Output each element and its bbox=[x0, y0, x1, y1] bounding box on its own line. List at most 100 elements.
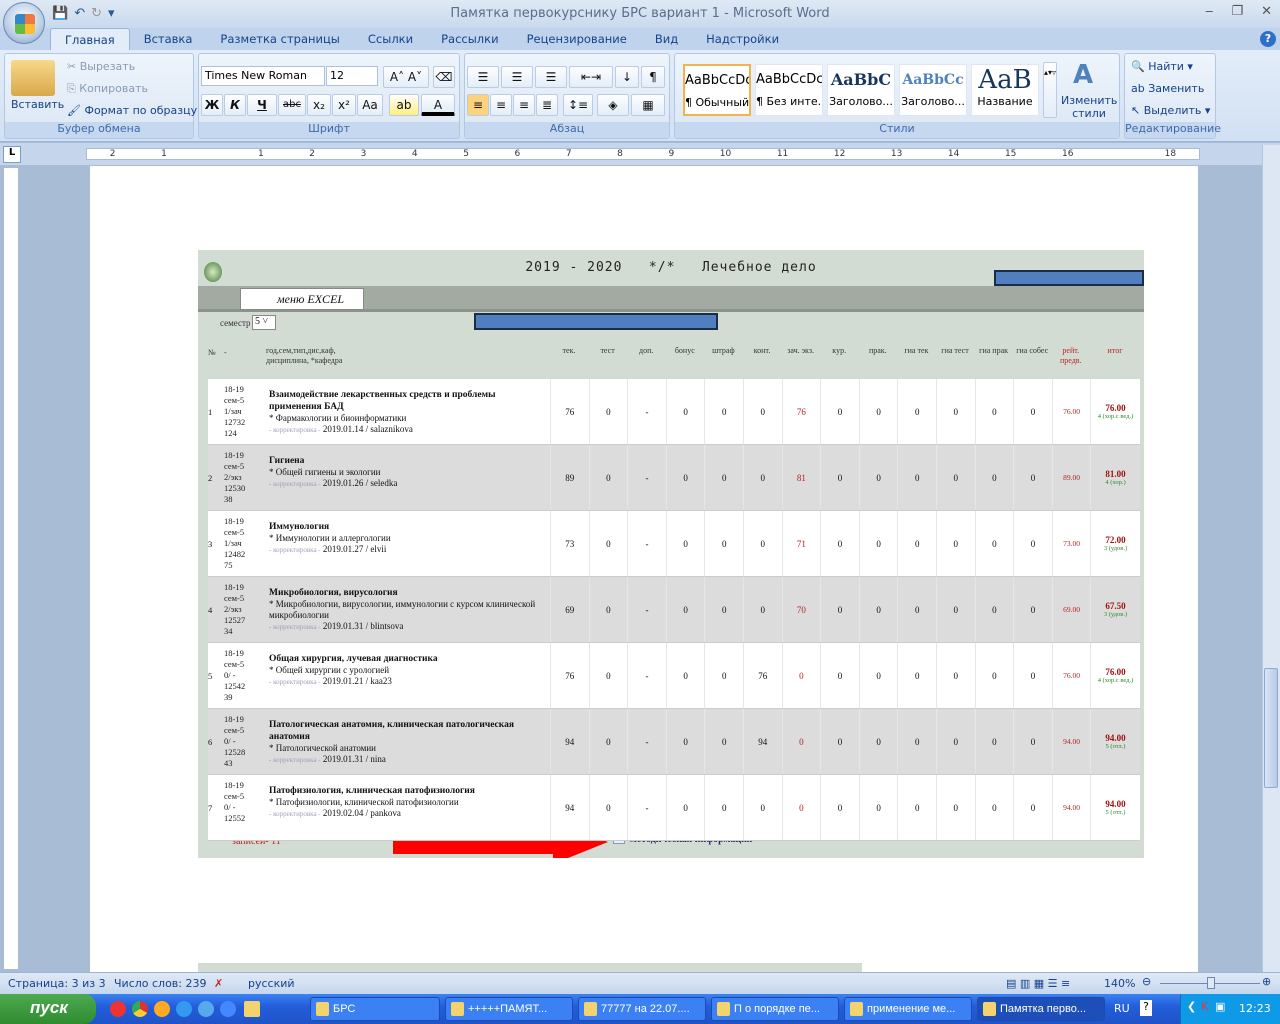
semester-select[interactable]: 5 ˅ bbox=[252, 315, 276, 330]
vertical-scrollbar[interactable] bbox=[1262, 145, 1280, 972]
zoom-slider-thumb[interactable] bbox=[1207, 977, 1215, 989]
media-player-icon[interactable] bbox=[154, 1001, 170, 1017]
replace-button[interactable]: ab Заменить bbox=[1131, 82, 1204, 95]
pilcrow-icon[interactable]: ¶ bbox=[641, 66, 665, 88]
tab-page-layout[interactable]: Разметка страницы bbox=[206, 28, 353, 50]
ie-icon[interactable] bbox=[176, 1001, 192, 1017]
menu-excel-button[interactable]: меню EXCEL bbox=[240, 288, 364, 310]
paste-button[interactable]: Вставить bbox=[11, 98, 64, 111]
network-icon[interactable]: ▣ bbox=[1215, 1000, 1225, 1013]
tray-expand-icon[interactable]: ❮ bbox=[1187, 1000, 1196, 1013]
zoom-in-button[interactable]: ⊕ bbox=[1262, 975, 1271, 988]
taskbar-item[interactable]: 77777 на 22.07.... bbox=[578, 997, 706, 1021]
clear-format-icon[interactable]: ⌫ bbox=[433, 66, 455, 88]
style-heading1[interactable]: AaBbC Заголово... bbox=[827, 64, 895, 116]
align-left-icon[interactable]: ≡ bbox=[467, 94, 489, 116]
taskbar-item[interactable]: применение ме... bbox=[844, 997, 972, 1021]
indent-icon[interactable]: ⇤⇥ bbox=[569, 66, 613, 88]
tab-review[interactable]: Рецензирование bbox=[513, 28, 641, 50]
bold-button[interactable]: Ж bbox=[201, 94, 223, 116]
paste-icon[interactable] bbox=[11, 60, 55, 96]
tab-addins[interactable]: Надстройки bbox=[692, 28, 793, 50]
align-right-icon[interactable]: ≡ bbox=[513, 94, 535, 116]
discipline-title[interactable]: Общая хирургия, лучевая диагностика bbox=[269, 654, 438, 664]
multilevel-list-icon[interactable]: ☰ bbox=[535, 66, 567, 88]
underline-button[interactable]: Ч bbox=[247, 94, 277, 116]
taskbar-item[interactable]: +++++ПАМЯТ... bbox=[445, 997, 573, 1021]
tab-mailings[interactable]: Рассылки bbox=[427, 28, 512, 50]
taskbar-item-active[interactable]: Памятка перво... bbox=[977, 997, 1105, 1021]
font-color-icon[interactable]: A bbox=[421, 94, 455, 116]
page-count[interactable]: Страница: 3 из 3 bbox=[8, 977, 106, 990]
minimize-button[interactable]: ‒ bbox=[1205, 4, 1213, 19]
messenger-icon[interactable] bbox=[220, 1001, 236, 1017]
highlight-icon[interactable]: ab bbox=[389, 94, 419, 116]
spellcheck-icon[interactable]: ✗ bbox=[214, 977, 223, 990]
change-case-button[interactable]: Aa bbox=[357, 94, 383, 116]
discipline-title[interactable]: Иммунология bbox=[269, 522, 329, 532]
discipline-title[interactable]: Гигиена bbox=[269, 456, 304, 466]
select-button[interactable]: ↖ Выделить ▾ bbox=[1131, 104, 1210, 117]
align-center-icon[interactable]: ≡ bbox=[490, 94, 512, 116]
find-button[interactable]: 🔍 Найти ▾ bbox=[1131, 60, 1193, 73]
taskbar-item[interactable]: П о порядке пе... bbox=[711, 997, 839, 1021]
help-tray-icon[interactable]: ? bbox=[1140, 1000, 1152, 1016]
numbering-icon[interactable]: ☰ bbox=[501, 66, 533, 88]
grow-shrink-font-button[interactable]: A˄ A˅ bbox=[383, 66, 429, 88]
discipline-title[interactable]: Взаимодействие лекарственных средств и п… bbox=[269, 390, 496, 412]
superscript-button[interactable]: x² bbox=[332, 94, 356, 116]
start-button[interactable]: пуск bbox=[0, 994, 96, 1024]
undo-icon[interactable]: ↶ bbox=[74, 6, 85, 21]
horizontal-ruler[interactable]: 2 1 1 2 3 4 5 6 7 8 9 10 11 12 13 14 15 16 18 bbox=[86, 148, 1200, 160]
restore-button[interactable]: ❐ bbox=[1231, 4, 1243, 19]
shading-icon[interactable]: ◈ bbox=[597, 94, 629, 116]
bullets-icon[interactable]: ☰ bbox=[467, 66, 499, 88]
chrome-icon[interactable] bbox=[132, 1001, 148, 1017]
office-button[interactable] bbox=[3, 2, 45, 44]
tab-selector[interactable]: L bbox=[3, 146, 21, 163]
sort-icon[interactable]: ↓ bbox=[615, 66, 639, 88]
justify-icon[interactable]: ≣ bbox=[536, 94, 558, 116]
close-button[interactable]: ✕ bbox=[1261, 4, 1272, 19]
vertical-ruler[interactable] bbox=[3, 167, 19, 970]
outlook-icon[interactable] bbox=[198, 1001, 214, 1017]
yandex-icon[interactable] bbox=[110, 1001, 126, 1017]
zoom-level[interactable]: 140% bbox=[1104, 977, 1135, 990]
change-styles-button[interactable]: Изменить стили bbox=[1061, 94, 1117, 120]
redo-icon[interactable]: ↻ bbox=[91, 6, 102, 21]
tab-insert[interactable]: Вставка bbox=[130, 28, 207, 50]
format-painter-button[interactable]: 🖌 Формат по образцу bbox=[67, 104, 197, 117]
language-indicator[interactable]: RU bbox=[1114, 1002, 1130, 1015]
taskbar-item[interactable]: БРС bbox=[310, 997, 440, 1021]
tab-view[interactable]: Вид bbox=[641, 28, 692, 50]
line-spacing-icon[interactable]: ↕≡ bbox=[563, 94, 593, 116]
tab-home[interactable]: Главная bbox=[50, 28, 130, 50]
discipline-title[interactable]: Микробиология, вирусология bbox=[269, 588, 398, 598]
style-heading2[interactable]: AaBbCc Заголово... bbox=[899, 64, 967, 116]
font-size-select[interactable]: 12 bbox=[326, 66, 378, 86]
language[interactable]: русский bbox=[248, 977, 295, 990]
copy-button[interactable]: ⎘ Копировать bbox=[67, 82, 148, 96]
discipline-title[interactable]: Патологическая анатомия, клиническая пат… bbox=[269, 720, 514, 742]
borders-icon[interactable]: ▦ bbox=[631, 94, 665, 116]
word-count[interactable]: Число слов: 239 bbox=[114, 977, 207, 990]
style-no-spacing[interactable]: AaBbCcDc ¶ Без инте... bbox=[755, 64, 823, 116]
customize-icon[interactable]: ▾ bbox=[108, 6, 115, 21]
discipline-title[interactable]: Патофизиология, клиническая патофизиолог… bbox=[269, 786, 475, 796]
zoom-out-button[interactable]: ⊖ bbox=[1142, 975, 1151, 988]
styles-scroll[interactable]: ▴▾▿ bbox=[1043, 62, 1057, 118]
view-buttons[interactable]: ▤ ▥ ▦ ☰ ≡ bbox=[1006, 977, 1070, 990]
subscript-button[interactable]: x₂ bbox=[307, 94, 331, 116]
scrollbar-thumb[interactable] bbox=[1264, 668, 1278, 788]
antivirus-icon[interactable]: K bbox=[1201, 1000, 1208, 1013]
italic-button[interactable]: К bbox=[224, 94, 246, 116]
tab-references[interactable]: Ссылки bbox=[354, 28, 427, 50]
font-name-select[interactable]: Times New Roman bbox=[201, 66, 325, 86]
save-icon[interactable]: 💾 bbox=[52, 6, 68, 21]
style-normal[interactable]: AaBbCcDc ¶ Обычный bbox=[683, 64, 751, 116]
help-icon[interactable]: ? bbox=[1260, 31, 1276, 47]
style-title[interactable]: AaB Название bbox=[971, 64, 1039, 116]
change-styles-icon[interactable]: A bbox=[1073, 60, 1093, 90]
cut-button[interactable]: ✂ Вырезать bbox=[67, 60, 135, 73]
folder-icon[interactable] bbox=[244, 1001, 260, 1017]
